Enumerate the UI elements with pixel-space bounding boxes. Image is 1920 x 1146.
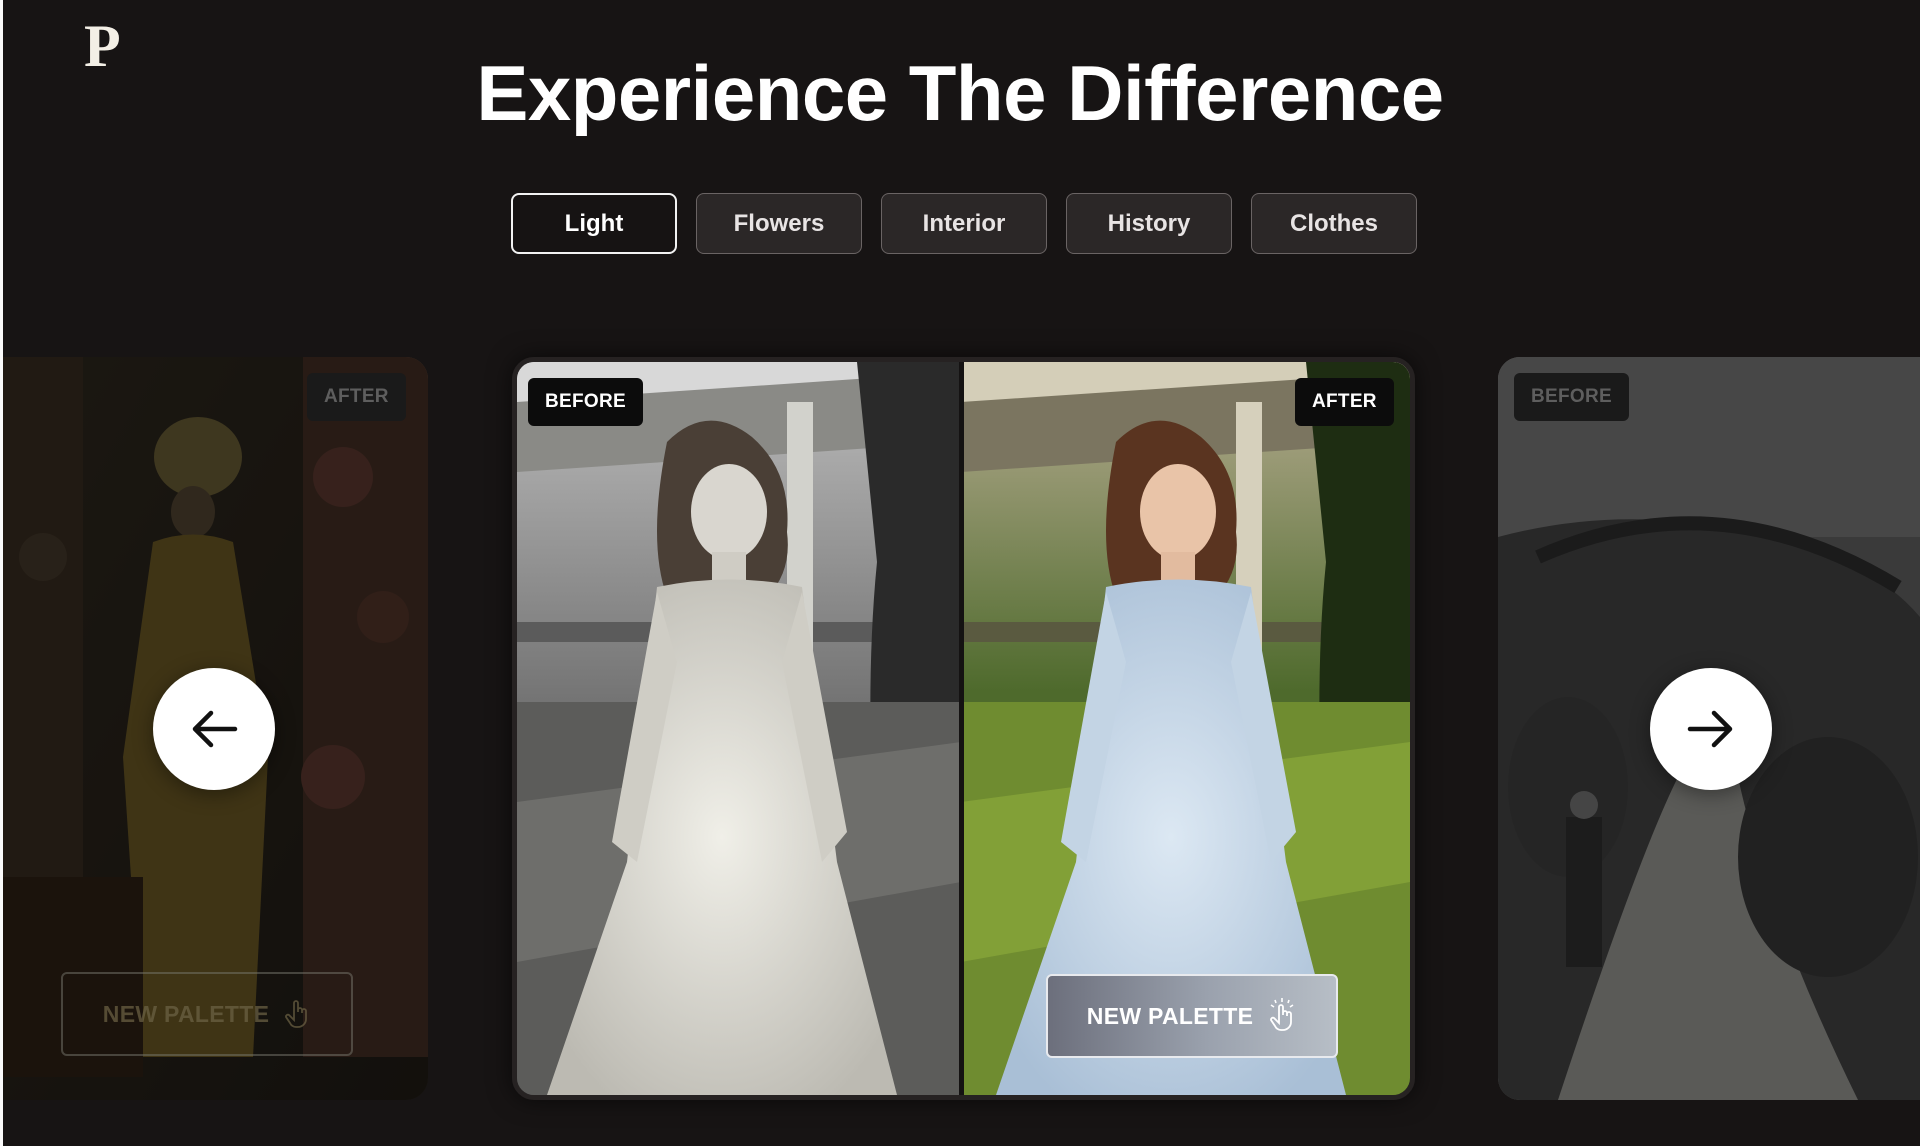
compare-card: BEFORE AFTER NEW PALETTE (512, 357, 1415, 1100)
page-title: Experience The Difference (476, 49, 1444, 137)
tab-clothes[interactable]: Clothes (1251, 193, 1417, 254)
before-image (517, 362, 961, 1095)
prev-card-after-badge: AFTER (307, 373, 406, 421)
carousel-prev-button[interactable] (153, 668, 275, 790)
tab-flowers[interactable]: Flowers (696, 193, 862, 254)
arrow-right-icon (1687, 710, 1733, 748)
hand-pointer-icon (285, 1000, 308, 1028)
hand-pointer-icon (1270, 998, 1294, 1031)
next-card-before-badge: BEFORE (1514, 373, 1629, 421)
compare-divider[interactable] (959, 362, 964, 1095)
carousel-next-button[interactable] (1650, 668, 1772, 790)
new-palette-button[interactable]: NEW PALETTE (1046, 974, 1338, 1058)
before-badge: BEFORE (528, 378, 643, 426)
tab-interior[interactable]: Interior (881, 193, 1047, 254)
prev-card-palette-label: NEW PALETTE (102, 1000, 270, 1027)
tab-history[interactable]: History (1066, 193, 1232, 254)
category-tabs: Light Flowers Interior History Clothes (511, 193, 1417, 254)
tab-light[interactable]: Light (511, 193, 677, 254)
prev-card-palette-button[interactable]: NEW PALETTE (61, 972, 353, 1056)
new-palette-label: NEW PALETTE (1086, 1002, 1254, 1029)
arrow-left-icon (192, 710, 238, 748)
after-badge: AFTER (1295, 378, 1394, 426)
